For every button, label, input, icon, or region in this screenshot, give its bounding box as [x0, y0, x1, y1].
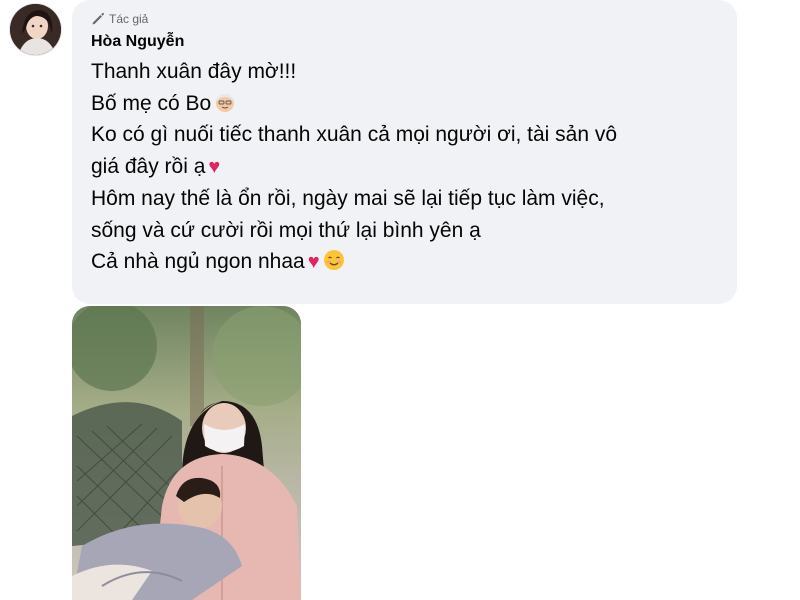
text-line: sống và cứ cười rồi mọi thứ lại bình yên…	[91, 218, 481, 242]
text-line: giá đây rồi ạ ♥	[91, 151, 723, 184]
author-badge: Tác giả	[91, 10, 723, 28]
author-avatar[interactable]	[10, 4, 61, 55]
attached-photo[interactable]	[72, 306, 301, 600]
smiling-face-icon	[323, 249, 345, 271]
text-line: Hôm nay thế là ổn rồi, ngày mai sẽ lại t…	[91, 187, 605, 210]
text-line: Bố mẹ có Bo	[91, 88, 723, 120]
pencil-icon	[91, 12, 105, 26]
comment-bubble: Tác giả Hòa Nguyễn Thanh xuân đây mờ!!! …	[72, 0, 737, 304]
text-line: Thanh xuân đây mờ!!!	[91, 60, 297, 83]
author-name[interactable]: Hòa Nguyễn	[91, 31, 723, 53]
text-line: Ko có gì nuối tiếc thanh xuân cả mọi ngư…	[91, 123, 618, 146]
author-badge-label: Tác giả	[109, 12, 149, 26]
older-man-emoji-icon	[214, 91, 236, 113]
heart-icon: ♥	[208, 155, 221, 178]
heart-icon: ♥	[307, 251, 320, 273]
text-line: Cả nhà ngủ ngon nhaa ♥	[91, 246, 723, 279]
comment-text: Thanh xuân đây mờ!!! Bố mẹ có Bo Ko có g…	[91, 56, 723, 279]
